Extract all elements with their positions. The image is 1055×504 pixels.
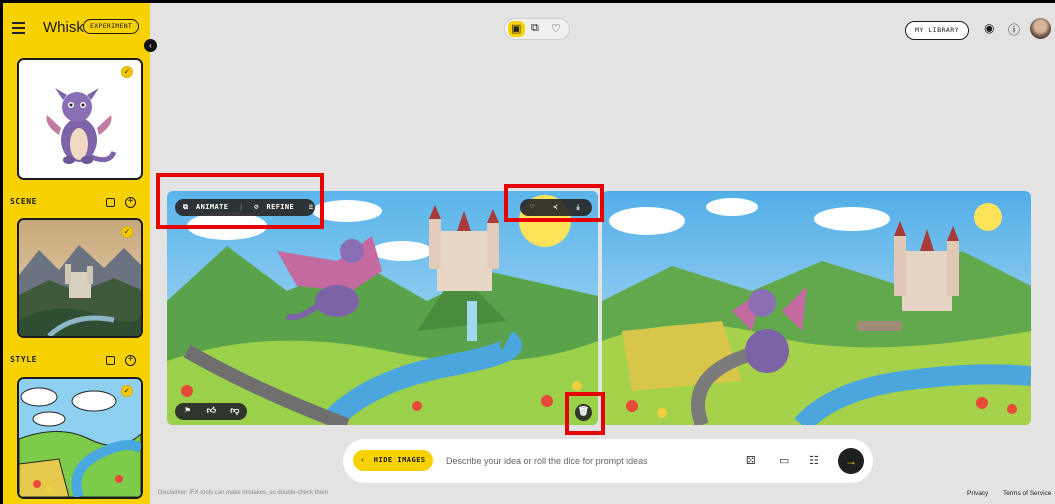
hide-images-label: HIDE IMAGES bbox=[373, 456, 426, 464]
disclaimer-text: Disclaimer: /FX tools can make mistakes,… bbox=[158, 490, 329, 496]
selected-check-icon: ✓ bbox=[121, 66, 133, 78]
scene-card[interactable]: ✓ bbox=[17, 218, 143, 338]
submit-prompt-button[interactable]: → bbox=[838, 448, 864, 474]
discord-icon[interactable]: ◉ bbox=[984, 21, 994, 35]
chevron-left-icon: ‹ bbox=[360, 456, 366, 464]
thumbs-up-icon[interactable]: 👍︎ bbox=[207, 403, 217, 420]
selected-check-icon: ✓ bbox=[121, 226, 133, 238]
dice-icon[interactable]: ⚄ bbox=[746, 454, 756, 467]
dragon-subject-image bbox=[19, 60, 141, 178]
generated-image-2[interactable] bbox=[602, 191, 1031, 425]
style-add-icon[interactable]: + bbox=[125, 355, 136, 366]
style-label: STYLE bbox=[10, 355, 38, 364]
my-library-button[interactable]: MY LIBRARY bbox=[905, 21, 970, 40]
subject-card[interactable]: ✓ bbox=[17, 58, 143, 180]
scene-image-icon[interactable] bbox=[106, 198, 115, 207]
style-card[interactable]: ✓ bbox=[17, 377, 143, 499]
scene-add-icon[interactable]: + bbox=[125, 197, 136, 208]
highlight-share-toolbar bbox=[504, 184, 604, 222]
menu-icon[interactable] bbox=[12, 22, 25, 37]
feedback-toolbar: ⚑ 👍︎ 👎︎ bbox=[175, 403, 247, 420]
collapse-sidebar-button[interactable]: ‹ bbox=[144, 39, 157, 52]
selected-check-icon: ✓ bbox=[121, 385, 133, 397]
prompt-bar: ‹ HIDE IMAGES ⚄ ▭ ☷ → bbox=[343, 439, 873, 483]
user-avatar[interactable] bbox=[1030, 18, 1051, 39]
aspect-ratio-icon[interactable]: ▭ bbox=[779, 454, 789, 467]
castle-scene-image bbox=[19, 220, 141, 336]
thumbs-down-icon[interactable]: 👎︎ bbox=[230, 403, 240, 420]
animate-view-icon[interactable]: ⧉ bbox=[531, 22, 539, 35]
hide-images-button[interactable]: ‹ HIDE IMAGES bbox=[353, 450, 433, 471]
terms-link[interactable]: Terms of Service bbox=[1003, 490, 1055, 497]
favorites-heart-icon[interactable]: ♡ bbox=[551, 22, 561, 35]
dragon-castle-image-2 bbox=[602, 191, 1031, 425]
prompt-input[interactable] bbox=[446, 452, 731, 470]
highlight-delete-button bbox=[565, 392, 605, 435]
settings-sliders-icon[interactable]: ☷ bbox=[809, 454, 819, 467]
privacy-link[interactable]: Privacy bbox=[967, 490, 988, 497]
cartoon-style-image bbox=[19, 379, 141, 497]
sidebar: Whisk EXPERIMENT ✓ SCENE + ✓ STYLE + ✓ bbox=[3, 3, 150, 504]
help-icon[interactable]: ⓘ bbox=[1008, 21, 1020, 38]
image-view-icon: ▣ bbox=[511, 23, 522, 35]
flag-icon[interactable]: ⚑ bbox=[185, 403, 191, 420]
highlight-edit-toolbar bbox=[156, 173, 324, 229]
experiment-badge: EXPERIMENT bbox=[83, 19, 140, 34]
app-brand: Whisk bbox=[43, 19, 84, 36]
app-window: Whisk EXPERIMENT ✓ SCENE + ✓ STYLE + ✓ ‹… bbox=[3, 3, 1055, 504]
view-toggle: ▣ ⧉ ♡ bbox=[504, 18, 570, 40]
scene-label: SCENE bbox=[10, 197, 38, 206]
style-image-icon[interactable] bbox=[106, 356, 115, 365]
